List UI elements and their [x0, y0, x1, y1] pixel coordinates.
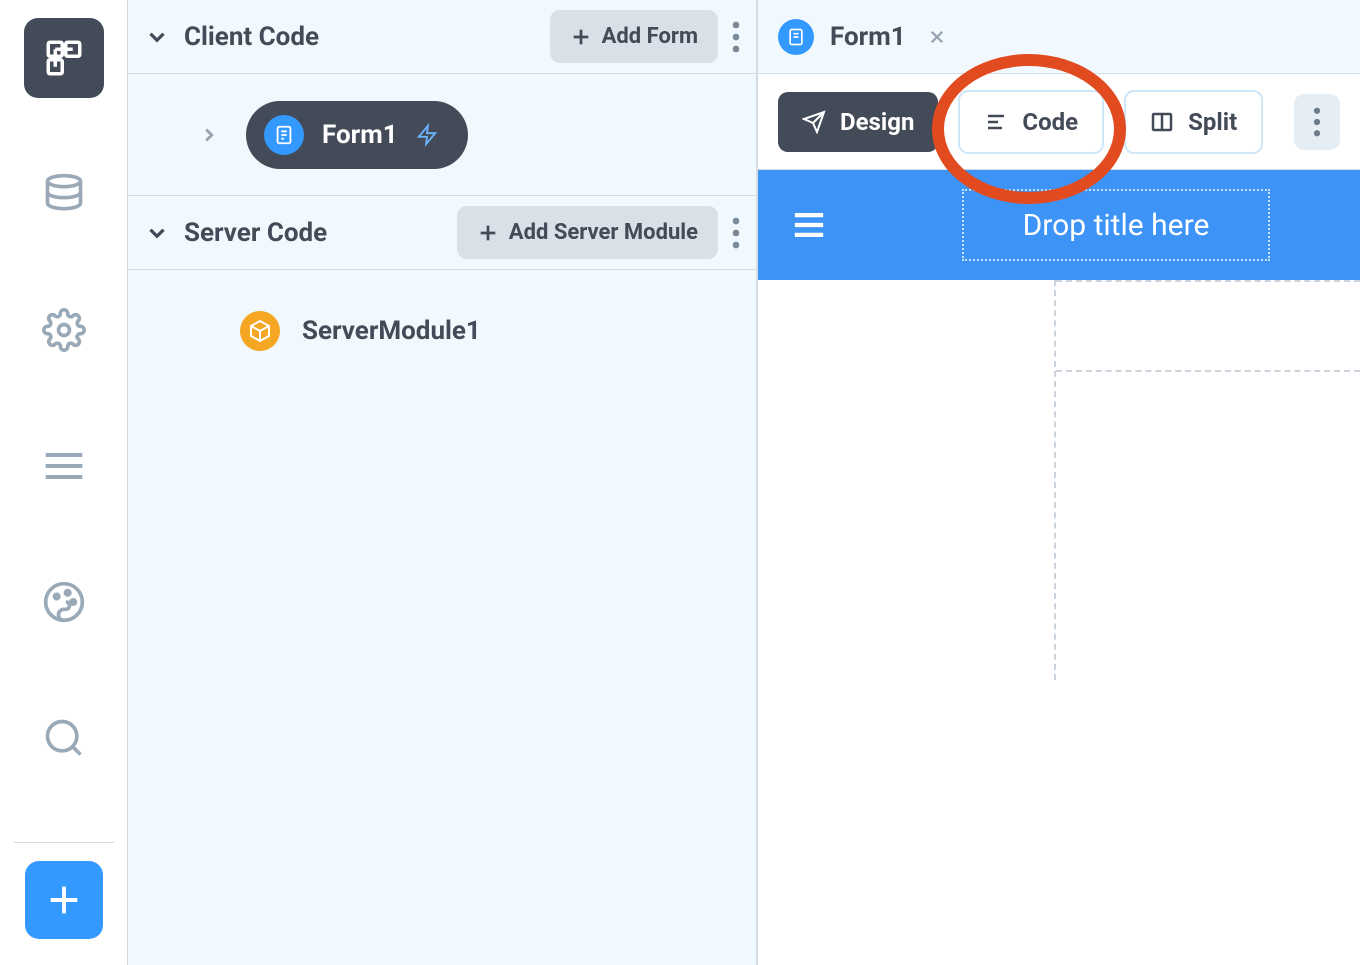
server-code-more-icon[interactable]: [732, 216, 740, 250]
form-pill[interactable]: Form1: [246, 101, 468, 169]
code-view-button[interactable]: Code: [958, 90, 1104, 154]
add-server-module-button[interactable]: Add Server Module: [457, 206, 718, 259]
chevron-down-icon[interactable]: [144, 24, 170, 50]
nav-menu-icon[interactable]: [24, 426, 104, 506]
design-view-label: Design: [840, 108, 914, 136]
canvas-header-bar[interactable]: Drop title here: [758, 170, 1360, 280]
nav-database-icon[interactable]: [24, 154, 104, 234]
module-package-icon: [240, 311, 280, 351]
guide-line-horizontal: [1056, 370, 1360, 372]
editor-panel: Form1 Design Code Split: [758, 0, 1360, 965]
tab-close-icon[interactable]: [928, 28, 946, 46]
guide-line-vertical: [1054, 280, 1056, 680]
rail-divider: [14, 842, 114, 843]
project-panel: Client Code Add Form Form1: [128, 0, 758, 965]
hamburger-icon[interactable]: [792, 211, 826, 239]
chevron-down-icon[interactable]: [144, 220, 170, 246]
form-row[interactable]: Form1: [128, 74, 756, 196]
server-module-label: ServerModule1: [302, 316, 481, 346]
add-form-button[interactable]: Add Form: [550, 10, 718, 63]
editor-tab-bar: Form1: [758, 0, 1360, 74]
form-file-icon: [264, 115, 304, 155]
view-more-icon[interactable]: [1294, 94, 1340, 150]
nav-settings-icon[interactable]: [24, 290, 104, 370]
tab-title[interactable]: Form1: [830, 22, 906, 52]
client-code-header: Client Code Add Form: [128, 0, 756, 74]
form-name-label: Form1: [322, 120, 398, 150]
title-drop-label: Drop title here: [1023, 208, 1210, 243]
code-view-label: Code: [1022, 108, 1078, 136]
nav-add-button[interactable]: [25, 861, 103, 939]
client-code-title: Client Code: [184, 22, 319, 52]
guide-line-horizontal: [1056, 280, 1360, 282]
title-drop-zone[interactable]: Drop title here: [962, 189, 1270, 261]
add-server-module-label: Add Server Module: [509, 220, 698, 245]
split-view-button[interactable]: Split: [1124, 90, 1263, 154]
lightning-icon: [416, 122, 438, 148]
view-toggle-bar: Design Code Split: [758, 74, 1360, 170]
nav-search-icon[interactable]: [24, 698, 104, 778]
server-code-header: Server Code Add Server Module: [128, 196, 756, 270]
chevron-right-icon[interactable]: [198, 124, 220, 146]
split-view-label: Split: [1188, 108, 1237, 136]
server-code-title: Server Code: [184, 218, 327, 248]
nav-app-icon[interactable]: [24, 18, 104, 98]
nav-theme-icon[interactable]: [24, 562, 104, 642]
design-view-button[interactable]: Design: [778, 92, 938, 152]
tab-file-icon: [778, 19, 814, 55]
design-canvas[interactable]: Drop title here: [758, 170, 1360, 965]
nav-rail: [0, 0, 128, 965]
client-code-more-icon[interactable]: [732, 20, 740, 54]
add-form-label: Add Form: [602, 24, 698, 49]
server-module-row[interactable]: ServerModule1: [128, 270, 756, 392]
